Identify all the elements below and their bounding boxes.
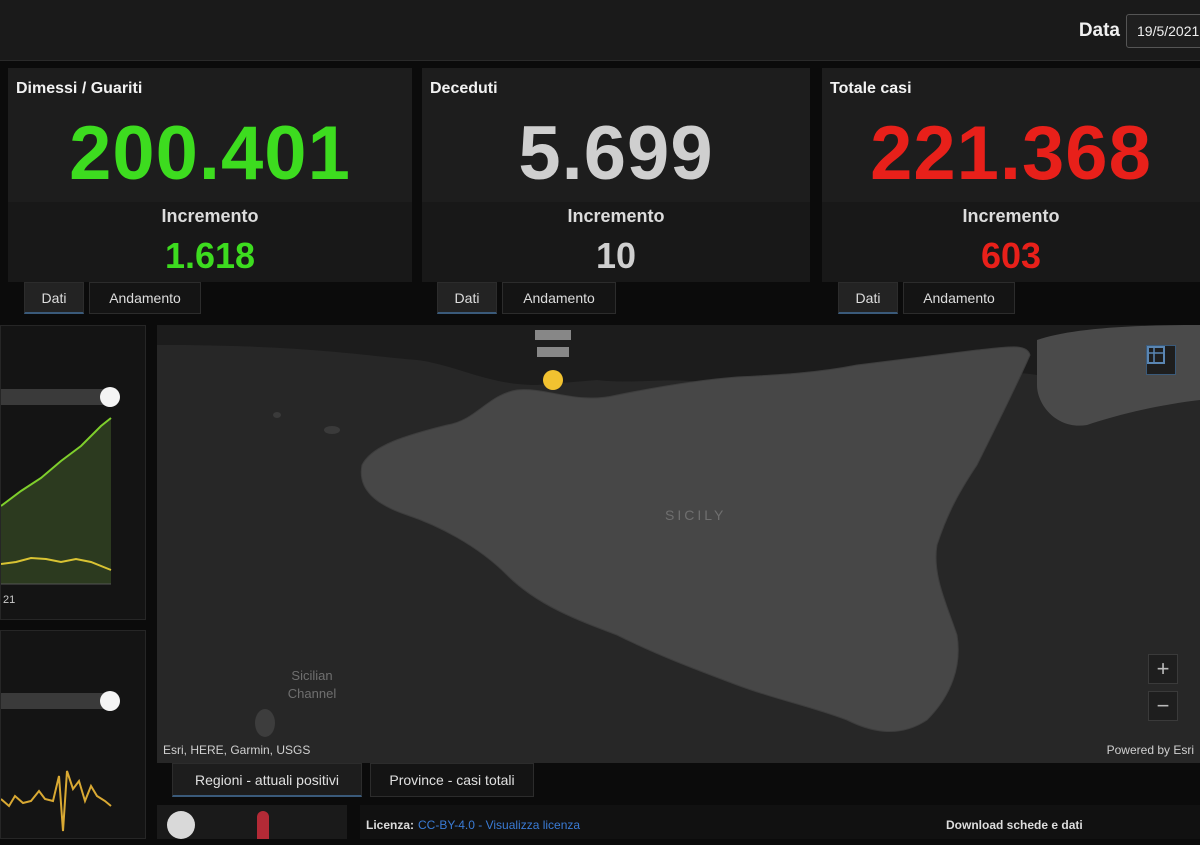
deaths-value: 5.699 [518, 111, 714, 196]
slider-handle [100, 387, 120, 407]
region-label: SICILY [665, 507, 727, 523]
area-fill [1, 418, 111, 584]
sicily-landmass [360, 346, 1031, 733]
malta-island [255, 709, 275, 737]
recovered-increment: 1.618 [164, 235, 256, 276]
increment-section: Incremento 603 [822, 202, 1200, 282]
tab-province[interactable]: Province - casi totali [370, 763, 534, 797]
calabria-landmass [1037, 325, 1200, 426]
total-cases-value: 221.368 [870, 111, 1152, 196]
tab-data[interactable]: Dati [437, 282, 497, 314]
slider-track [1, 389, 111, 405]
increment-section: Incremento 1.618 [8, 202, 412, 282]
zoom-in-button[interactable]: + [1148, 654, 1178, 684]
license-link[interactable]: CC-BY-4.0 - Visualizza licenza [418, 818, 580, 832]
powered-by[interactable]: Powered by Esri [1107, 743, 1194, 757]
axis-tick-label: 21 [3, 594, 16, 606]
logo-strip [157, 805, 347, 839]
slider-track [1, 693, 111, 709]
small-island [273, 412, 281, 418]
date-input[interactable] [1126, 14, 1200, 48]
tab-regioni[interactable]: Regioni - attuali positivi [172, 763, 362, 797]
deaths-card: Deceduti 5.699 Incremento 10 [422, 68, 810, 282]
daily-chart [0, 691, 120, 832]
download-link[interactable]: Download schede e dati [946, 818, 1083, 832]
increment-label: Incremento [161, 206, 259, 226]
map-view[interactable]: SICILY Sicilian Channel + − Esri, HERE, … [157, 325, 1200, 763]
basemap-toggle-button[interactable] [1146, 345, 1176, 375]
license-bar: Licenza: CC-BY-4.0 - Visualizza licenza … [360, 805, 1200, 839]
license-label: Licenza: [366, 818, 415, 832]
sea-label: Sicilian Channel [287, 668, 337, 701]
increment-section: Incremento 10 [422, 202, 810, 282]
card-title: Dimessi / Guariti [16, 80, 143, 97]
trend-panel: 21 [0, 325, 146, 620]
recovered-card: Dimessi / Guariti 200.401 Incremento 1.6… [8, 68, 412, 282]
recovered-value: 200.401 [69, 111, 351, 196]
card-title: Deceduti [430, 80, 498, 97]
marker-label-box [535, 330, 571, 340]
total-cases-increment: 603 [980, 235, 1042, 276]
tab-trend[interactable]: Andamento [502, 282, 616, 314]
card-title: Totale casi [830, 80, 912, 97]
daily-series-line [0, 770, 112, 832]
zoom-out-button[interactable]: − [1148, 691, 1178, 721]
date-label: Data [1078, 20, 1120, 41]
tab-data[interactable]: Dati [24, 282, 84, 314]
map-attribution: Esri, HERE, Garmin, USGS [163, 743, 311, 757]
daily-panel [0, 630, 146, 839]
tab-trend[interactable]: Andamento [903, 282, 1015, 314]
red-logo [257, 811, 269, 839]
top-bar [0, 0, 1200, 61]
increment-label: Incremento [962, 206, 1060, 226]
tab-trend[interactable]: Andamento [89, 282, 201, 314]
palermo-marker [543, 370, 563, 390]
small-island [324, 426, 340, 434]
marker-label-box [537, 347, 569, 357]
total-cases-card: Totale casi 221.368 Incremento 603 [822, 68, 1200, 282]
increment-label: Incremento [567, 206, 665, 226]
grid-icon [1147, 346, 1165, 364]
deaths-increment: 10 [595, 235, 637, 276]
tab-data[interactable]: Dati [838, 282, 898, 314]
trend-chart [0, 387, 120, 585]
coat-of-arms-logo [167, 811, 195, 839]
slider-handle [100, 691, 120, 711]
